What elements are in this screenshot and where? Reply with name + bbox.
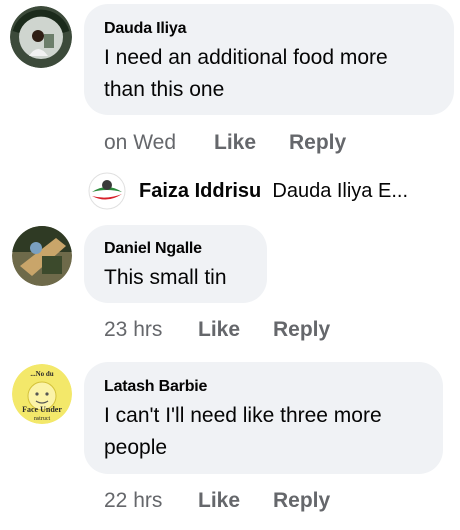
profile-photo-icon xyxy=(10,6,72,68)
reply-button[interactable]: Reply xyxy=(273,489,330,513)
comment-author[interactable]: Dauda Iliya xyxy=(104,20,186,38)
profile-photo-icon xyxy=(12,226,72,286)
comment-text-line: than this one xyxy=(104,78,225,101)
avatar-badge-line: Face Under xyxy=(22,405,62,414)
comment-author[interactable]: Latash Barbie xyxy=(104,378,207,396)
comment-timestamp[interactable]: 23 hrs xyxy=(104,318,162,342)
reply-preview-text: Dauda Iliya E... xyxy=(272,180,408,202)
avatar-badge-line: nstruct xyxy=(34,416,51,422)
profile-photo-icon xyxy=(88,172,126,210)
comment-author[interactable]: Daniel Ngalle xyxy=(104,240,202,258)
avatar-latash-barbie[interactable]: ...No du Face Under nstruct xyxy=(12,364,72,424)
reply-preview[interactable]: Faiza Iddrisu Dauda Iliya E... xyxy=(139,180,408,203)
avatar-dauda-iliya[interactable] xyxy=(10,6,72,68)
comment-timestamp[interactable]: 22 hrs xyxy=(104,489,162,513)
reply-button[interactable]: Reply xyxy=(289,131,346,155)
avatar-daniel-ngalle[interactable] xyxy=(12,226,72,286)
reply-button[interactable]: Reply xyxy=(273,318,330,342)
comment-text-line: This small tin xyxy=(104,266,227,289)
like-button[interactable]: Like xyxy=(198,318,240,342)
profile-photo-icon: ...No du Face Under nstruct xyxy=(12,364,72,424)
comment-text-line: I can't I'll need like three more xyxy=(104,404,382,427)
reply-author[interactable]: Faiza Iddrisu xyxy=(139,180,261,202)
like-button[interactable]: Like xyxy=(214,131,256,155)
comment-text-line: I need an additional food more xyxy=(104,46,388,69)
avatar-badge-line: ...No du xyxy=(30,370,53,378)
comment-text-line: people xyxy=(104,436,168,459)
avatar-faiza-iddrisu[interactable] xyxy=(88,172,126,210)
comment-timestamp[interactable]: on Wed xyxy=(104,131,176,155)
like-button[interactable]: Like xyxy=(198,489,240,513)
